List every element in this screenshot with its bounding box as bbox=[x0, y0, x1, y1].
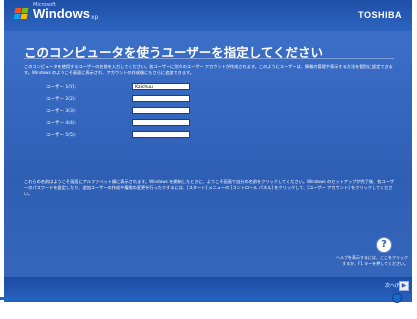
microsoft-label: Microsoft bbox=[33, 2, 56, 8]
main-content: このコンピュータを使うユーザーを指定してください このコンピュータを使用するユー… bbox=[4, 31, 412, 277]
title-divider bbox=[24, 58, 394, 59]
vendor-logo: TOSHIBA bbox=[358, 10, 402, 20]
user3-label: ユーザー 3(3): bbox=[46, 109, 77, 114]
user2-field[interactable] bbox=[132, 95, 190, 102]
windows-xp-suffix: xp bbox=[90, 14, 99, 21]
user1-field[interactable]: Kaichuu bbox=[132, 83, 190, 90]
setup-window: Microsoft Windows xp TOSHIBA このコンピュータを使う… bbox=[4, 0, 412, 302]
user4-label: ユーザー 4(4): bbox=[46, 121, 77, 126]
help-text: ヘルプを表示するには、ここをクリックするか、F1 キーを押してください。 bbox=[336, 255, 408, 266]
user4-field[interactable] bbox=[132, 119, 190, 126]
help-icon[interactable]: ? bbox=[376, 237, 392, 253]
accounts-note-text: これらの名前はようこそ画面にアルファベット順に表示されます。Windows を開… bbox=[24, 179, 394, 196]
user5-label: ユーザー 5(5): bbox=[46, 133, 77, 138]
user3-field[interactable] bbox=[132, 107, 190, 114]
windows-logo: Microsoft Windows xp bbox=[13, 2, 99, 21]
windows-brand: Windows bbox=[33, 6, 90, 21]
progress-indicator bbox=[392, 293, 402, 303]
progress-track bbox=[0, 297, 400, 300]
description-text: このコンピュータを使用するユーザーの名前を入力してください。各ユーザーに別々のユ… bbox=[24, 64, 393, 75]
next-button[interactable]: ▶ bbox=[399, 281, 409, 291]
header-bar: Microsoft Windows xp TOSHIBA bbox=[4, 0, 412, 31]
user1-label: ユーザー 1(Y): bbox=[46, 85, 76, 90]
user5-field[interactable] bbox=[132, 131, 190, 138]
windows-flag-icon bbox=[13, 7, 30, 21]
user2-label: ユーザー 2(2): bbox=[46, 97, 77, 102]
